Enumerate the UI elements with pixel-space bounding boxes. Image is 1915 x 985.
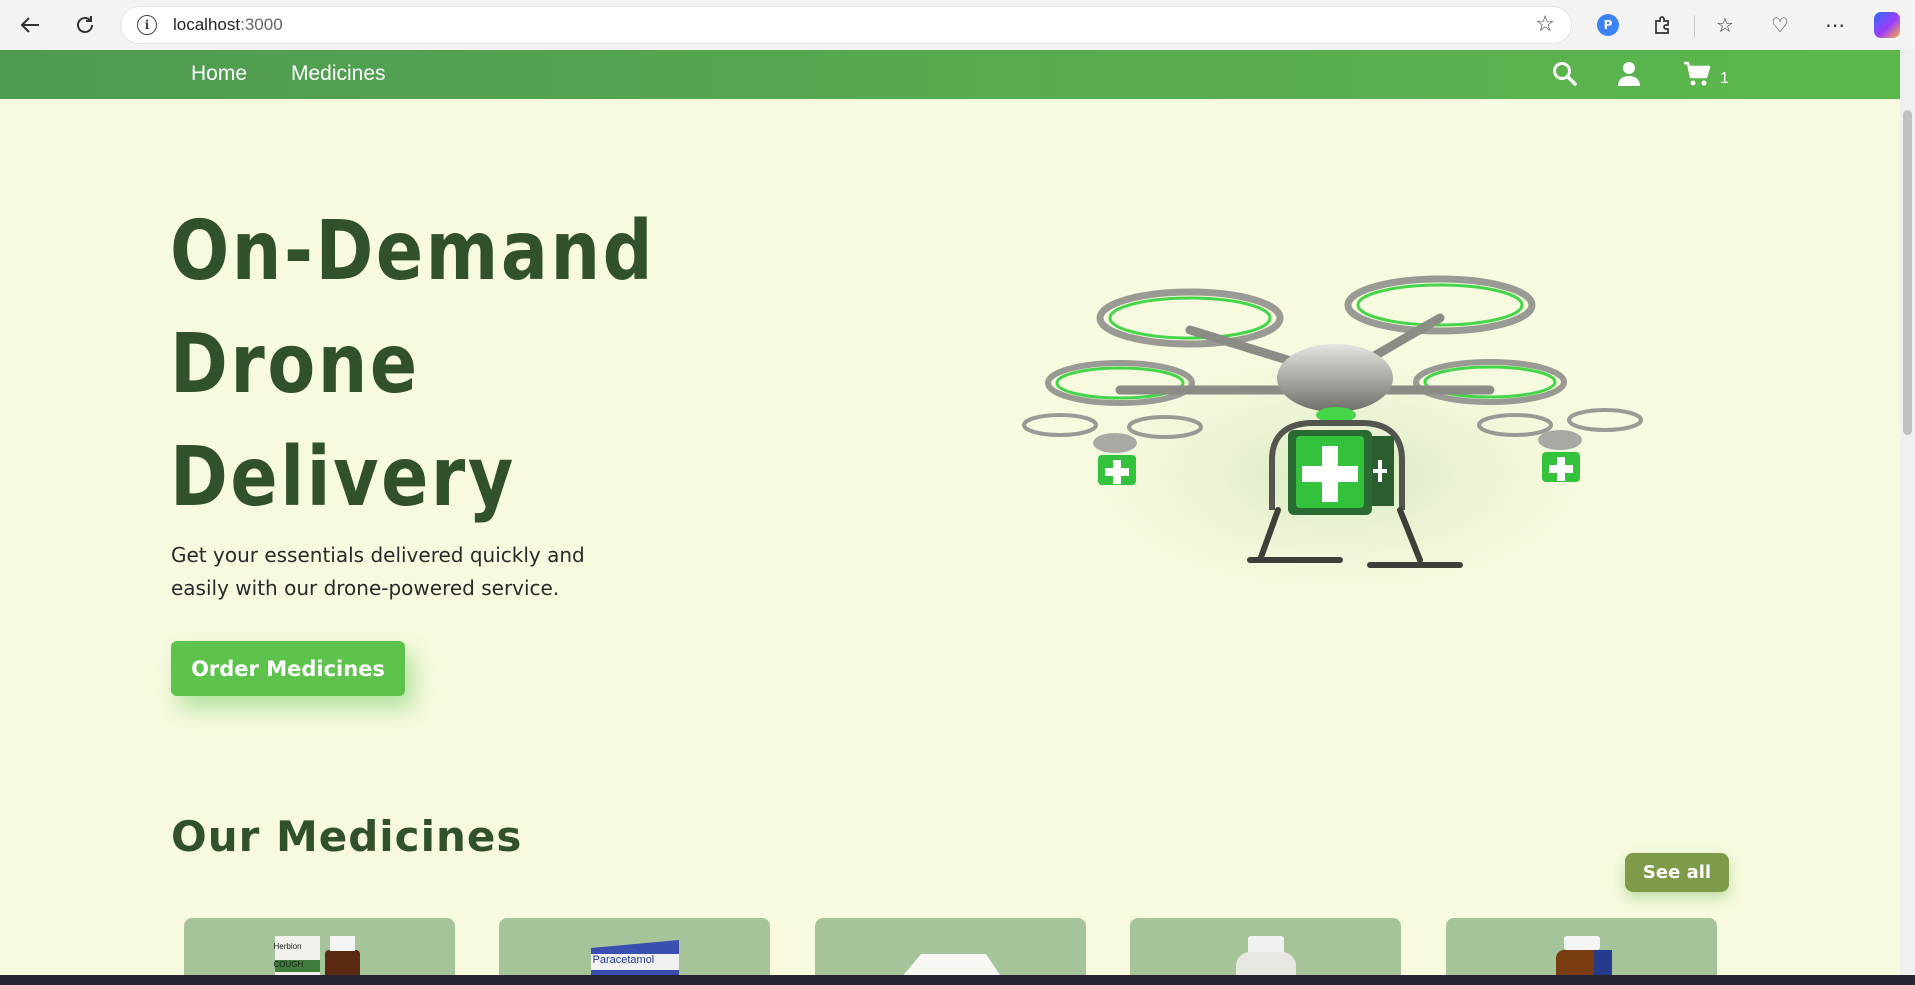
toolbar-divider bbox=[1694, 15, 1695, 37]
user-icon[interactable] bbox=[1614, 59, 1644, 89]
extensions-puzzle-icon[interactable] bbox=[1649, 11, 1677, 39]
profile-extension-icon[interactable]: P bbox=[1594, 11, 1622, 39]
nav-link-home[interactable]: Home bbox=[191, 62, 247, 86]
address-bar[interactable]: i localhost:3000 ☆ bbox=[121, 7, 1571, 43]
cart-count-badge: 1 bbox=[1720, 70, 1729, 87]
more-options-icon[interactable]: ⋯ bbox=[1821, 11, 1849, 39]
page-scrollbar[interactable] bbox=[1900, 50, 1915, 975]
site-info-icon[interactable]: i bbox=[137, 15, 157, 35]
browser-toolbar: i localhost:3000 ☆ P ☆ ♡ ⋯ bbox=[0, 0, 1915, 50]
order-medicines-button[interactable]: Order Medicines bbox=[171, 641, 405, 696]
medicine-cards: Herbion COUGH Paracetamol bbox=[0, 918, 1900, 985]
hero-title: On-Demand Drone Delivery bbox=[170, 195, 680, 534]
drone-illustration bbox=[1020, 260, 1670, 610]
see-all-button[interactable]: See all bbox=[1625, 853, 1729, 892]
favorite-star-icon[interactable]: ☆ bbox=[1535, 12, 1555, 37]
browser-essentials-icon[interactable]: ♡ bbox=[1766, 11, 1794, 39]
refresh-icon[interactable] bbox=[69, 9, 101, 41]
nav-link-medicines[interactable]: Medicines bbox=[291, 62, 386, 86]
medicine-card-label: Paracetamol bbox=[592, 954, 655, 966]
url-text: localhost:3000 bbox=[173, 15, 283, 34]
site-navbar: Home Medicines 1 bbox=[0, 50, 1900, 99]
favorites-icon[interactable]: ☆ bbox=[1711, 11, 1739, 39]
hero-subtitle: Get your essentials delivered quickly an… bbox=[171, 543, 585, 600]
medicines-section-title: Our Medicines bbox=[171, 812, 523, 861]
hero-title-line: Drone bbox=[170, 317, 420, 412]
back-arrow-icon[interactable] bbox=[14, 9, 46, 41]
copilot-icon[interactable] bbox=[1873, 11, 1901, 39]
os-taskbar bbox=[0, 975, 1915, 985]
search-icon[interactable] bbox=[1550, 59, 1580, 89]
cart-icon[interactable] bbox=[1682, 59, 1712, 89]
hero-title-line: On-Demand bbox=[170, 204, 656, 299]
medicine-card-label: Herbion COUGH bbox=[273, 942, 304, 969]
hero-title-line: Delivery bbox=[170, 430, 516, 525]
scrollbar-thumb[interactable] bbox=[1903, 110, 1912, 435]
